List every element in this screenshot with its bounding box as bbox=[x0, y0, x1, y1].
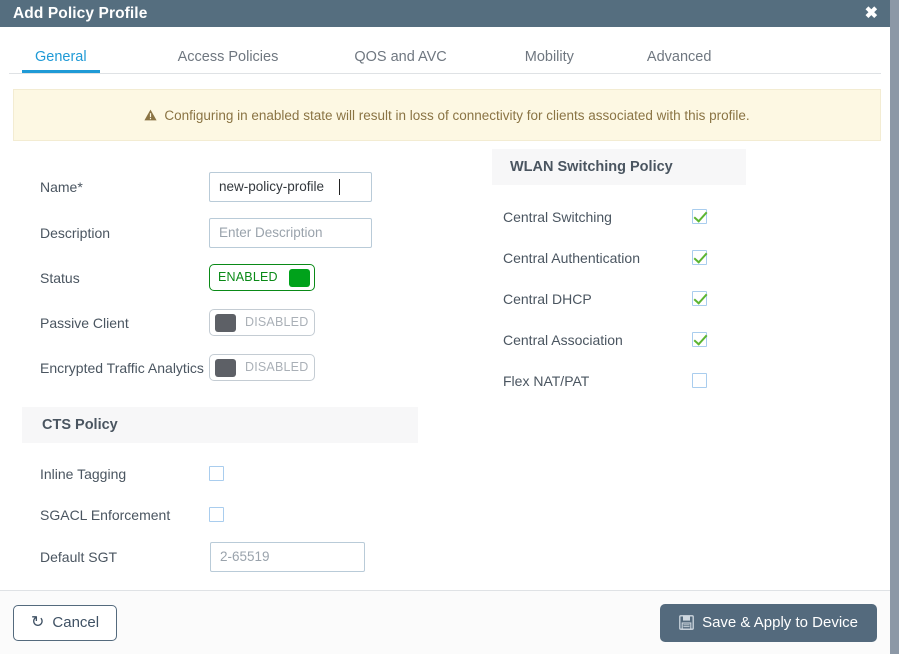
field-row-central-association: Central Association bbox=[470, 319, 890, 360]
tab-bar-divider bbox=[9, 73, 881, 74]
modal-titlebar: Add Policy Profile ✖ bbox=[0, 0, 890, 27]
central-dhcp-label: Central DHCP bbox=[503, 290, 592, 307]
toggle-knob bbox=[289, 268, 310, 287]
page-title: Add Policy Profile bbox=[13, 4, 148, 22]
toggle-knob bbox=[215, 313, 236, 332]
field-row-central-switching: Central Switching bbox=[470, 196, 890, 237]
tab-advanced-label: Advanced bbox=[646, 48, 712, 65]
name-input[interactable] bbox=[209, 171, 372, 202]
tab-general[interactable]: General bbox=[22, 48, 100, 74]
field-row-central-authentication: Central Authentication bbox=[470, 237, 890, 278]
wlan-switching-policy-column: WLAN Switching Policy Central Switching … bbox=[470, 141, 890, 401]
sgacl-enforcement-checkbox[interactable] bbox=[209, 507, 224, 522]
tab-qos-and-avc[interactable]: QOS and AVC bbox=[354, 48, 447, 74]
flex-nat-pat-checkbox[interactable] bbox=[692, 373, 707, 388]
inline-tagging-label: Inline Tagging bbox=[40, 465, 127, 482]
tab-mobility[interactable]: Mobility bbox=[524, 48, 574, 74]
central-association-checkbox[interactable] bbox=[692, 332, 707, 347]
warning-banner: Configuring in enabled state will result… bbox=[13, 89, 881, 141]
description-input[interactable] bbox=[209, 217, 372, 248]
field-row-flex-nat-pat: Flex NAT/PAT bbox=[470, 360, 890, 401]
field-row-sgacl-enforcement: SGACL Enforcement bbox=[0, 494, 470, 535]
default-sgt-label: Default SGT bbox=[40, 548, 118, 565]
tab-advanced[interactable]: Advanced bbox=[646, 48, 712, 74]
cancel-button[interactable]: ↺ Cancel bbox=[13, 604, 118, 641]
tab-mobility-label: Mobility bbox=[524, 48, 574, 65]
central-authentication-checkbox[interactable] bbox=[692, 250, 707, 265]
encrypted-traffic-analytics-toggle[interactable]: DISABLED bbox=[209, 354, 315, 381]
tab-qos-and-avc-label: QOS and AVC bbox=[354, 48, 447, 65]
add-policy-profile-modal: Add Policy Profile ✖ General Access Poli… bbox=[0, 0, 890, 654]
central-authentication-label: Central Authentication bbox=[503, 249, 640, 266]
tab-bar: General Access Policies QOS and AVC Mobi… bbox=[0, 27, 890, 75]
form-body: Name* Description Status ENABLED Passive… bbox=[0, 141, 890, 572]
page-backdrop-strip bbox=[890, 0, 899, 654]
general-settings-column: Name* Description Status ENABLED Passive… bbox=[0, 141, 470, 577]
encrypted-traffic-analytics-label: Encrypted Traffic Analytics bbox=[40, 359, 204, 376]
warning-triangle-icon bbox=[144, 109, 157, 121]
save-and-apply-button[interactable]: Save & Apply to Device bbox=[660, 603, 877, 642]
field-row-inline-tagging: Inline Tagging bbox=[0, 453, 470, 494]
flex-nat-pat-label: Flex NAT/PAT bbox=[503, 372, 590, 389]
cts-policy-header-label: CTS Policy bbox=[42, 416, 118, 433]
field-row-passive-client: Passive Client DISABLED bbox=[0, 302, 470, 343]
warning-banner-message: Configuring in enabled state will result… bbox=[164, 107, 750, 123]
central-dhcp-checkbox[interactable] bbox=[692, 291, 707, 306]
status-label: Status bbox=[40, 269, 80, 286]
field-row-status: Status ENABLED bbox=[0, 257, 470, 298]
modal-footer: ↺ Cancel Save & Apply to Device bbox=[0, 590, 890, 654]
field-row-description: Description bbox=[0, 212, 470, 253]
passive-client-toggle-label: DISABLED bbox=[245, 315, 309, 330]
status-toggle-label: ENABLED bbox=[218, 270, 278, 285]
undo-arrow-icon: ↺ bbox=[31, 613, 45, 631]
name-label: Name* bbox=[40, 178, 83, 195]
page-backdrop-strip-bottom bbox=[890, 620, 899, 654]
cts-policy-section-header: CTS Policy bbox=[22, 407, 418, 443]
toggle-knob bbox=[215, 358, 236, 377]
save-and-apply-button-label: Save & Apply to Device bbox=[702, 614, 858, 631]
close-icon[interactable]: ✖ bbox=[865, 5, 878, 22]
text-caret bbox=[339, 178, 340, 195]
tab-access-policies[interactable]: Access Policies bbox=[177, 48, 279, 74]
tab-access-policies-label: Access Policies bbox=[177, 48, 279, 65]
central-switching-label: Central Switching bbox=[503, 208, 612, 225]
sgacl-enforcement-label: SGACL Enforcement bbox=[40, 506, 171, 523]
passive-client-label: Passive Client bbox=[40, 314, 129, 331]
cancel-button-label: Cancel bbox=[52, 614, 100, 631]
tab-general-label: General bbox=[35, 48, 87, 65]
floppy-disk-save-icon bbox=[679, 615, 694, 630]
field-row-name: Name* bbox=[0, 166, 470, 207]
inline-tagging-checkbox[interactable] bbox=[209, 466, 224, 481]
encrypted-traffic-analytics-toggle-label: DISABLED bbox=[245, 360, 309, 375]
central-association-label: Central Association bbox=[503, 331, 623, 348]
passive-client-toggle[interactable]: DISABLED bbox=[209, 309, 315, 336]
wlan-switching-policy-section-header: WLAN Switching Policy bbox=[492, 149, 746, 185]
status-toggle[interactable]: ENABLED bbox=[209, 264, 315, 291]
central-switching-checkbox[interactable] bbox=[692, 209, 707, 224]
description-label: Description bbox=[40, 224, 111, 241]
wlan-switching-policy-header-label: WLAN Switching Policy bbox=[510, 158, 673, 175]
field-row-default-sgt: Default SGT bbox=[0, 536, 470, 577]
field-row-central-dhcp: Central DHCP bbox=[470, 278, 890, 319]
field-row-encrypted-traffic-analytics: Encrypted Traffic Analytics DISABLED bbox=[0, 347, 470, 388]
default-sgt-input[interactable] bbox=[210, 541, 365, 572]
